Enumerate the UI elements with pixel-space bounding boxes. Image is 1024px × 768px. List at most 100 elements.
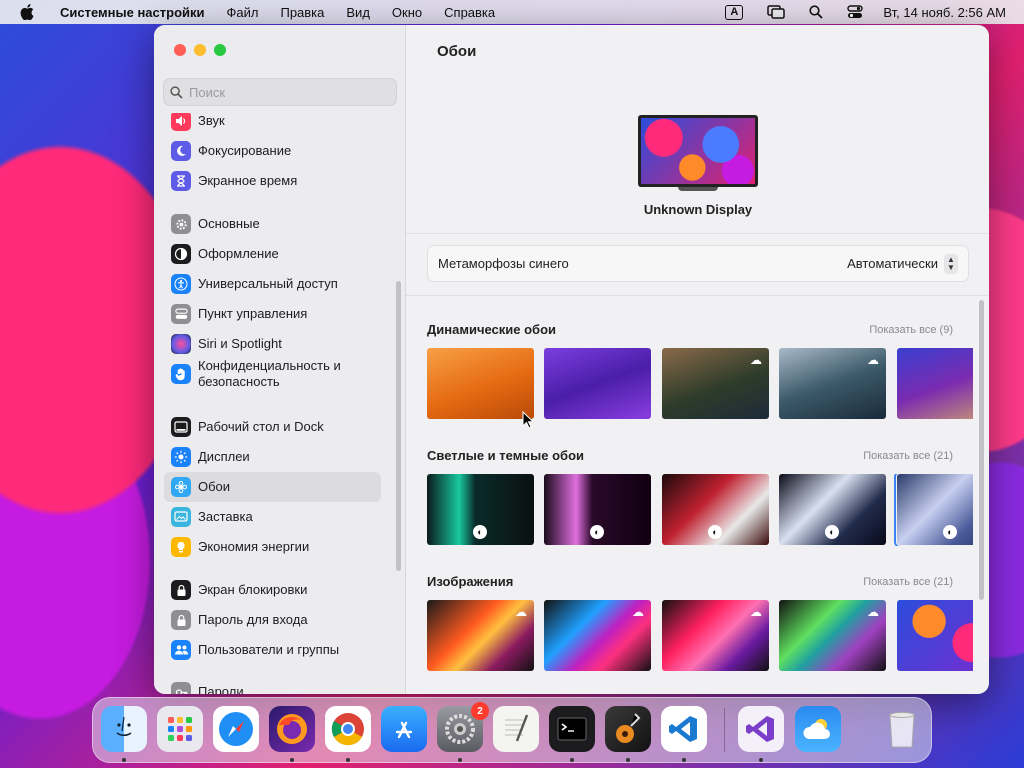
dock-trash-icon[interactable] — [879, 706, 925, 752]
dock-vscode-icon[interactable] — [661, 706, 707, 752]
sidebar-item-focus[interactable]: Фокусирование — [164, 136, 381, 166]
sidebar-item-label: Пользователи и группы — [198, 642, 340, 657]
section-title-dynamic: Динамические обои — [427, 322, 557, 337]
mouse-cursor-icon — [522, 411, 534, 429]
zoom-button[interactable] — [214, 44, 226, 56]
dock: 2 — [92, 697, 932, 763]
screen-mirroring-icon[interactable] — [767, 5, 786, 19]
dock-textedit-icon[interactable] — [493, 706, 539, 752]
search-input[interactable] — [189, 84, 379, 100]
wallpaper-gallery: Динамические обои Показать все (9) ☁ ☁ С… — [406, 295, 989, 694]
menu-view[interactable]: Вид — [335, 5, 381, 20]
wallpaper-thumbnail[interactable] — [897, 348, 973, 419]
sidebar-scrollbar[interactable] — [396, 281, 401, 571]
dock-running-indicator — [458, 758, 462, 762]
sidebar-item-accessibility[interactable]: Универсальный доступ — [164, 269, 381, 299]
sidebar-item-desktop-dock[interactable]: Рабочий стол и Dock — [164, 412, 381, 442]
display-preview — [638, 115, 758, 195]
sidebar-item-general[interactable]: Основные — [164, 209, 381, 239]
sidebar-item-label: Обои — [198, 479, 231, 494]
wallpaper-thumbnail[interactable] — [544, 348, 651, 419]
wallpaper-thumbnail[interactable]: ◐ — [779, 474, 886, 545]
sidebar-item-privacy-security[interactable]: Конфиденциальность и безопасность — [164, 356, 381, 392]
sidebar-item-label: Экран блокировки — [198, 582, 308, 597]
show-all-light-dark-button[interactable]: Показать все (21) — [863, 450, 953, 462]
dock-system-settings-icon[interactable]: 2 — [437, 702, 489, 752]
menu-clock[interactable]: Вт, 14 нояб. 2:56 AM — [875, 5, 1024, 20]
wallpaper-thumbnail[interactable]: ☁ — [662, 600, 769, 671]
sidebar-item-siri-spotlight[interactable]: Siri и Spotlight — [164, 329, 381, 359]
sidebar-item-label: Siri и Spotlight — [198, 336, 282, 351]
wallpaper-thumbnail[interactable] — [897, 600, 973, 671]
cloud-download-icon: ☁ — [867, 353, 879, 367]
dock-terminal-icon[interactable] — [549, 706, 595, 752]
wallpaper-thumbnail[interactable]: ◐ — [427, 474, 534, 545]
dock-firefox-icon[interactable] — [269, 706, 315, 752]
dock-launchpad-icon[interactable] — [157, 706, 203, 752]
menu-edit[interactable]: Правка — [269, 5, 335, 20]
show-all-pictures-button[interactable]: Показать все (21) — [863, 576, 953, 588]
dock-garageband-icon[interactable] — [605, 706, 651, 752]
sidebar-item-label: Оформление — [198, 246, 279, 261]
current-wallpaper-name: Метаморфозы синего — [438, 256, 569, 271]
wallpaper-thumbnail[interactable] — [427, 348, 534, 419]
sidebar-item-lock-screen[interactable]: Экран блокировки — [164, 575, 381, 605]
sidebar-item-wallpaper[interactable]: Обои — [164, 472, 381, 502]
sidebar-item-sound[interactable]: Звук — [164, 113, 381, 136]
key-icon — [171, 682, 191, 694]
dock-app-store-icon[interactable] — [381, 706, 427, 752]
minimize-button[interactable] — [194, 44, 206, 56]
wallpaper-thumbnail[interactable]: ☁ — [544, 600, 651, 671]
search-icon — [170, 85, 183, 99]
sidebar-item-control-center[interactable]: Пункт управления — [164, 299, 381, 329]
light-dark-mode-icon: ◐ — [590, 525, 604, 539]
menu-app-name[interactable]: Системные настройки — [46, 5, 216, 20]
sidebar-item-screen-time[interactable]: Экранное время — [164, 166, 381, 196]
input-source-icon[interactable]: A — [725, 4, 744, 20]
wallpaper-thumbnail-selected[interactable]: ◐ — [894, 474, 973, 546]
control-center-icon[interactable] — [847, 5, 864, 19]
sidebar-item-users-groups[interactable]: Пользователи и группы — [164, 635, 381, 665]
section-title-light-dark: Светлые и темные обои — [427, 448, 585, 463]
thumbs-light-dark: ◐ ◐ ◐ ◐ ◐ — [427, 474, 973, 546]
sidebar-item-passwords[interactable]: Пароли — [164, 677, 381, 694]
sidebar-item-login-password[interactable]: Пароль для входа — [164, 605, 381, 635]
wallpaper-thumbnail[interactable]: ☁ — [427, 600, 534, 671]
gear-icon — [171, 214, 191, 234]
close-button[interactable] — [174, 44, 186, 56]
thumbs-pictures: ☁ ☁ ☁ ☁ — [427, 600, 973, 672]
dock-safari-icon[interactable] — [213, 706, 259, 752]
dock-finder-icon[interactable] — [101, 706, 147, 752]
spotlight-search-icon[interactable] — [809, 5, 824, 19]
menu-file[interactable]: Файл — [216, 5, 270, 20]
menu-window[interactable]: Окно — [381, 5, 433, 20]
wallpaper-mode-select[interactable]: Автоматически ▲ ▼ — [847, 253, 958, 274]
sound-icon — [171, 113, 191, 131]
dock-running-indicator — [626, 758, 630, 762]
wallpaper-thumbnail[interactable]: ◐ — [544, 474, 651, 545]
sidebar-item-energy-saver[interactable]: Экономия энергии — [164, 532, 381, 562]
gallery-scrollbar[interactable] — [979, 300, 984, 600]
dock-icon — [171, 417, 191, 437]
apple-menu-icon[interactable] — [18, 3, 36, 21]
sidebar-item-label: Звук — [198, 113, 225, 128]
wallpaper-thumbnail[interactable]: ☁ — [779, 348, 886, 419]
dock-chrome-icon[interactable] — [325, 706, 371, 752]
wallpaper-pane: Обои Unknown Display Метаморфозы синего … — [406, 25, 989, 694]
sidebar-item-displays[interactable]: Дисплеи — [164, 442, 381, 472]
sidebar-item-screensaver[interactable]: Заставка — [164, 502, 381, 532]
wallpaper-thumbnail[interactable]: ☁ — [662, 348, 769, 419]
dock-visual-studio-icon[interactable] — [738, 706, 784, 752]
wallpaper-thumbnail[interactable]: ◐ — [662, 474, 769, 545]
moon-icon — [171, 141, 191, 161]
sidebar-item-appearance[interactable]: Оформление — [164, 239, 381, 269]
display-name: Unknown Display — [643, 202, 753, 217]
sidebar-item-label: Конфиденциальность и безопасность — [198, 358, 341, 389]
wallpaper-thumbnail[interactable]: ☁ — [779, 600, 886, 671]
battery-icon — [171, 537, 191, 557]
sidebar-item-label: Экономия энергии — [198, 539, 310, 554]
dock-weather-icon[interactable] — [795, 706, 841, 752]
dock-running-indicator — [122, 758, 126, 762]
show-all-dynamic-button[interactable]: Показать все (9) — [869, 324, 953, 336]
menu-help[interactable]: Справка — [433, 5, 506, 20]
